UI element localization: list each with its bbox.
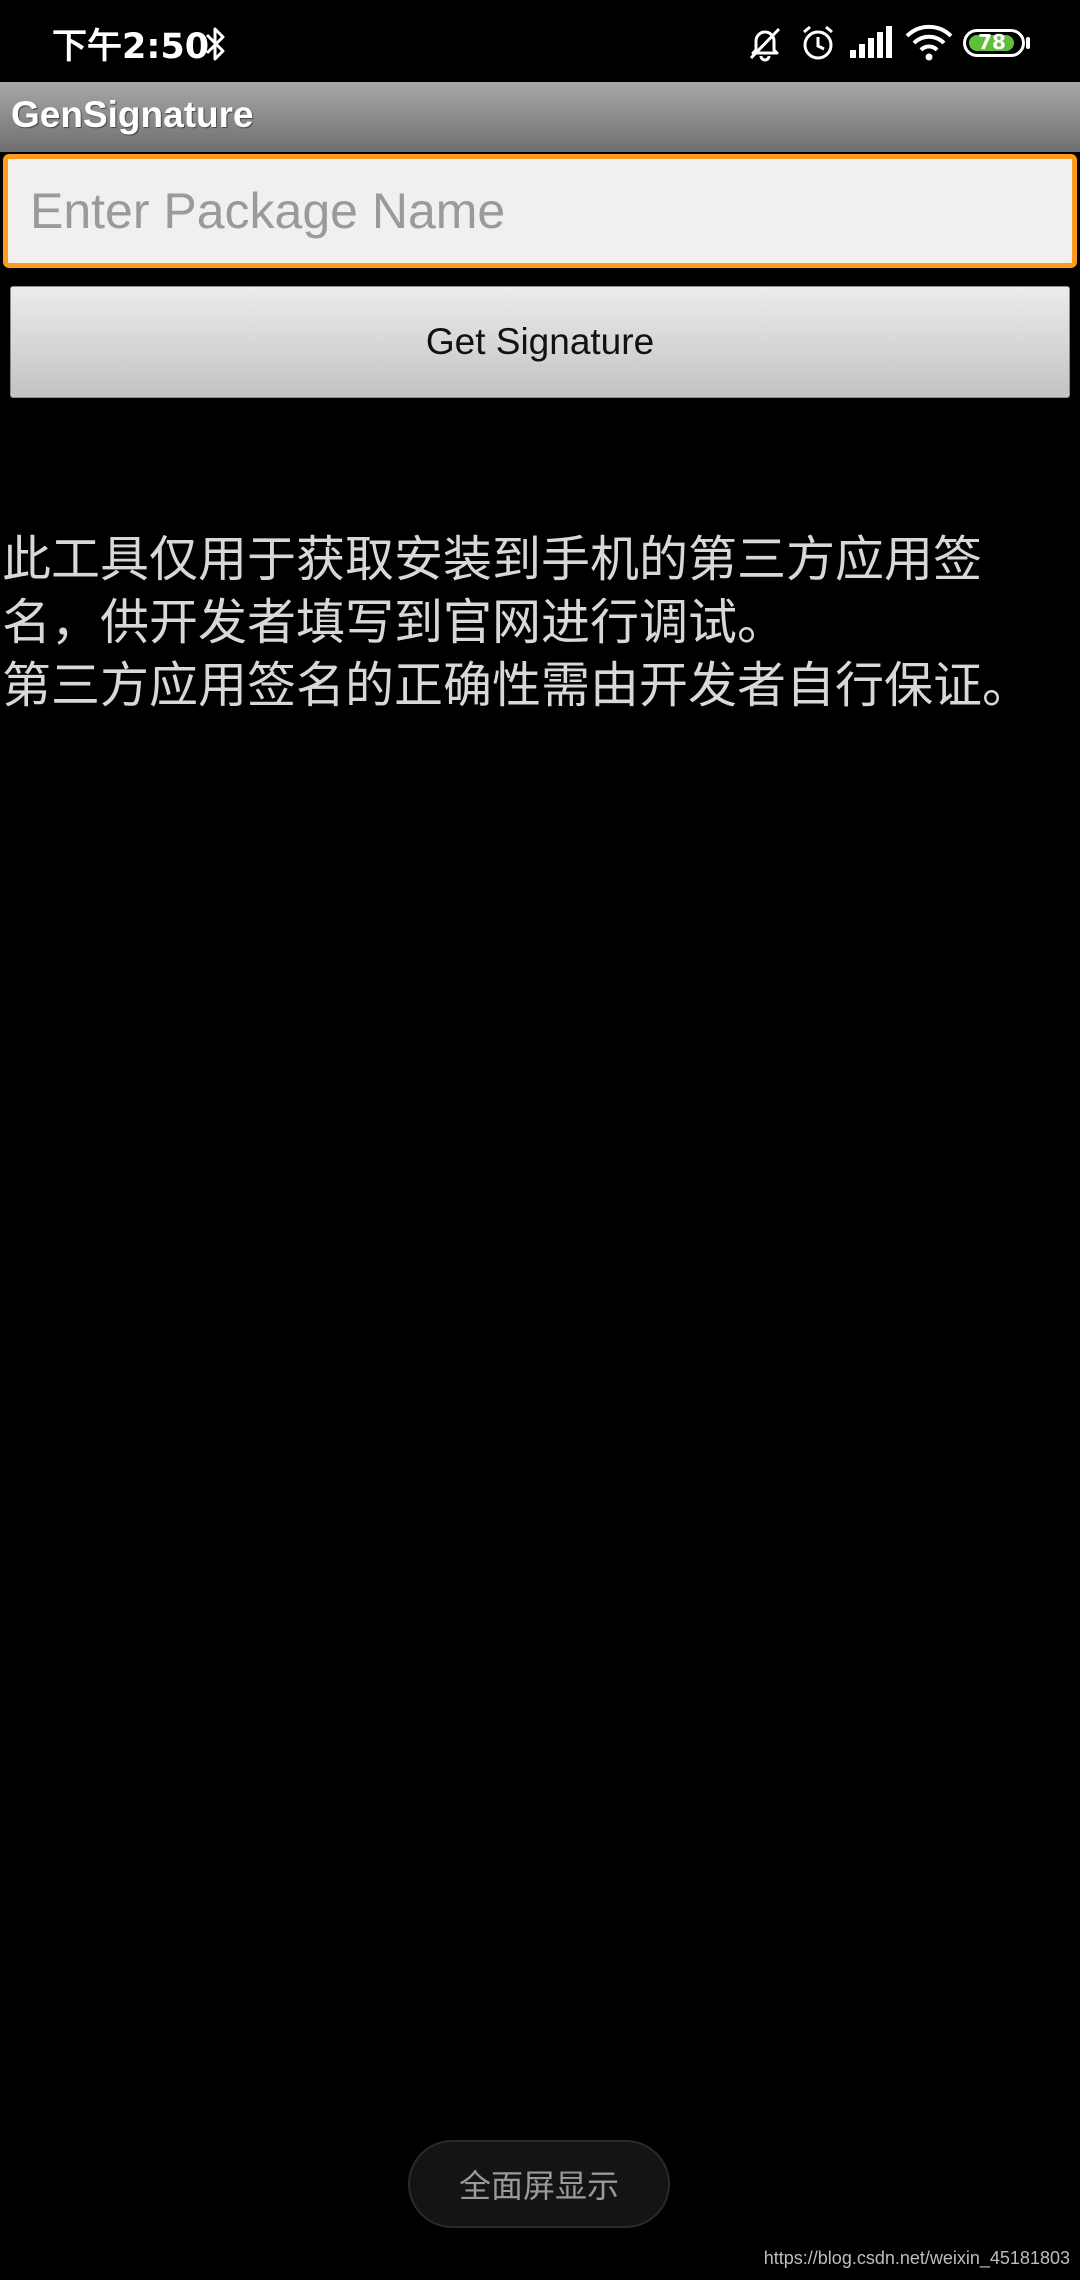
bluetooth-icon <box>205 27 225 61</box>
watermark: https://blog.csdn.net/weixin_45181803 <box>763 2248 1070 2268</box>
get-signature-button[interactable]: Get Signature <box>10 286 1070 398</box>
battery-level: 78 <box>978 30 1006 54</box>
fullscreen-display-label: 全面屏显示 <box>458 2167 619 2205</box>
status-time: 下午2:50 <box>52 27 210 67</box>
title-bar: GenSignature <box>0 82 1080 152</box>
alarm-icon <box>803 25 833 60</box>
fullscreen-display-button[interactable]: 全面屏显示 <box>408 2140 670 2228</box>
package-name-input[interactable] <box>3 154 1077 268</box>
app-title: GenSignature <box>11 94 254 135</box>
status-bar: 下午2:50 78 <box>0 0 1080 82</box>
description-text: 此工具仅用于获取安装到手机的第三方应用签名，供开发者填写到官网进行调试。 第三方… <box>2 531 1032 714</box>
battery-cap <box>1026 37 1030 49</box>
battery-icon: 78 <box>963 29 1025 57</box>
signal-icon <box>850 26 892 58</box>
wifi-icon <box>905 24 953 61</box>
mute-icon <box>749 27 781 62</box>
